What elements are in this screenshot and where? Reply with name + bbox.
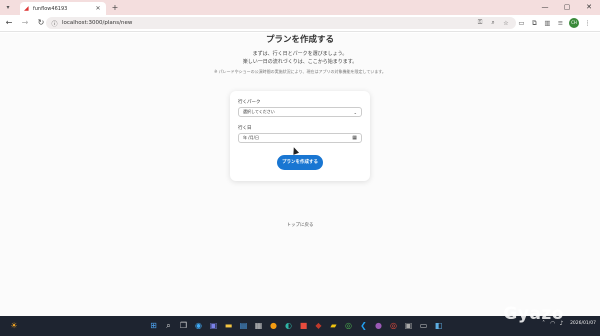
- chrome-icon-2[interactable]: ◎: [386, 319, 401, 333]
- notes-icon[interactable]: ▰: [326, 319, 341, 333]
- file-explorer-icon[interactable]: ▬: [221, 319, 236, 333]
- sidebar-icon[interactable]: ▥: [541, 19, 554, 27]
- window-controls: — ▢ ✕: [534, 0, 600, 15]
- address-bar[interactable]: ⓘ localhost:3000/plans/new ⚿ ⌕ ☆: [46, 17, 516, 29]
- start-icon[interactable]: ⊞: [146, 319, 161, 333]
- reading-list-icon[interactable]: ≡: [554, 19, 567, 27]
- app-icon-purple[interactable]: ●: [371, 319, 386, 333]
- browser-toolbar: ← → ↻ ⓘ localhost:3000/plans/new ⚿ ⌕ ☆ ▭…: [0, 15, 600, 32]
- terminal-icon[interactable]: ▭: [416, 319, 431, 333]
- create-plan-button[interactable]: プランを作成する: [277, 155, 323, 170]
- menu-kebab-icon[interactable]: ⋮: [581, 19, 594, 27]
- back-to-top-link[interactable]: トップに戻る: [0, 222, 600, 228]
- close-tab-icon[interactable]: ✕: [94, 5, 102, 12]
- clock[interactable]: 2026/01/07: [570, 321, 596, 327]
- tab-search-icon[interactable]: ▾: [4, 4, 12, 11]
- app-icon-red[interactable]: ■: [296, 319, 311, 333]
- calendar-icon[interactable]: ▦: [352, 135, 357, 141]
- app-icon-gray[interactable]: ▣: [401, 319, 416, 333]
- chrome-icon[interactable]: ◎: [341, 319, 356, 333]
- page-title: プランを作成する: [265, 35, 334, 45]
- maximize-button[interactable]: ▢: [556, 0, 578, 15]
- date-input-value[interactable]: 年 /月/日: [243, 135, 352, 141]
- vscode-icon[interactable]: ❮: [356, 319, 371, 333]
- gyazo-watermark: Gyazo: [503, 304, 564, 324]
- subtitle-line-2: 楽しい一日の流れづくりは、ここから始まります。: [242, 59, 358, 65]
- cast-icon[interactable]: ▭: [515, 19, 528, 27]
- new-tab-button[interactable]: +: [110, 3, 120, 13]
- park-select-value[interactable]: 選択してください: [243, 109, 354, 115]
- date-input[interactable]: 年 /月/日 ▦: [238, 133, 362, 143]
- park-select[interactable]: 選択してください ⌄: [238, 107, 362, 117]
- taskbar-apps: ⊞ ⌕ ❐ ◉ ▣ ▬ ▤ ▦ ● ◐ ■ ◆ ▰ ◎ ❮ ● ◎ ▣ ▭ ◧: [146, 319, 446, 333]
- search-icon[interactable]: ⌕: [161, 319, 176, 333]
- plan-form-card: 行くパーク 選択してください ⌄ 行く日 年 /月/日 ▦ プランを作成する: [230, 91, 370, 181]
- url-text[interactable]: localhost:3000/plans/new: [62, 20, 472, 26]
- task-view-icon[interactable]: ❐: [176, 319, 191, 333]
- weather-icon[interactable]: ☀: [6, 320, 22, 332]
- app-icon-blue[interactable]: ◧: [431, 319, 446, 333]
- zoom-icon[interactable]: ⌕: [488, 19, 498, 27]
- bookmark-star-icon[interactable]: ☆: [501, 20, 511, 27]
- park-label: 行くパーク: [238, 100, 261, 105]
- clock-date: 2026/01/07: [570, 320, 596, 326]
- toolbar-icons: ▭ ⧉ ▥ ≡ CH ⋮: [515, 17, 594, 29]
- store-icon[interactable]: ▤: [236, 319, 251, 333]
- forward-arrow-icon[interactable]: →: [18, 16, 32, 30]
- app-icon-red-2[interactable]: ◆: [311, 319, 326, 333]
- edge-icon[interactable]: ◐: [281, 319, 296, 333]
- close-window-button[interactable]: ✕: [578, 0, 600, 15]
- favicon-icon: ◢: [24, 4, 29, 12]
- password-key-icon[interactable]: ⚿: [475, 19, 485, 27]
- extensions-icon[interactable]: ⧉: [528, 19, 541, 28]
- app-icon-orange[interactable]: ●: [266, 319, 281, 333]
- tab-strip: ▾ ◢ funflow46193 ✕ + — ▢ ✕: [0, 0, 600, 15]
- chevron-down-icon: ⌄: [353, 109, 357, 115]
- active-tab[interactable]: ◢ funflow46193 ✕: [20, 2, 106, 15]
- notice-text: ※ パレードやショーの公演時間の実施状況により、現在はアプリの対象機能を限定して…: [214, 69, 386, 74]
- site-info-icon[interactable]: ⓘ: [51, 19, 58, 28]
- widgets-icon[interactable]: ◉: [191, 319, 206, 333]
- subtitle-line-1: まずは、行く日とパークを選びましょう。: [252, 51, 348, 57]
- app-icon[interactable]: ▦: [251, 319, 266, 333]
- minimize-button[interactable]: —: [534, 0, 556, 15]
- teams-icon[interactable]: ▣: [206, 319, 221, 333]
- profile-avatar[interactable]: CH: [569, 18, 579, 28]
- date-label: 行く日: [238, 126, 252, 131]
- back-arrow-icon[interactable]: ←: [2, 16, 16, 30]
- tab-title: funflow46193: [33, 5, 68, 12]
